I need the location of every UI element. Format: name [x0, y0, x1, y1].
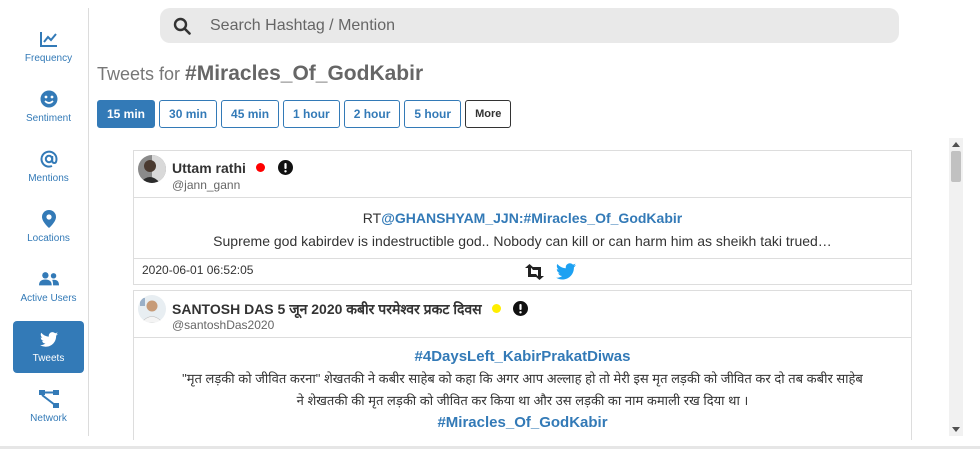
sidebar-item-label: Mentions	[28, 173, 69, 184]
tweet-text-line: ने शेखतकी की मृत लड़की को जीवित कर किया …	[296, 393, 749, 408]
sidebar-item-frequency[interactable]: Frequency	[13, 21, 84, 73]
scroll-up-icon[interactable]	[952, 142, 960, 147]
hashtag-link[interactable]: #4DaysLeft_KabirPrakatDiwas	[154, 346, 891, 368]
avatar[interactable]	[138, 295, 166, 323]
twitter-icon	[39, 329, 59, 349]
tweet-body: #4DaysLeft_KabirPrakatDiwas "मृत लड़की क…	[134, 338, 911, 440]
user-name[interactable]: SANTOSH DAS 5 जून 2020 कबीर परमेश्वर प्र…	[172, 301, 482, 317]
tweet-body: RT@GHANSHYAM_JJN:#Miracles_Of_GodKabir S…	[134, 198, 911, 258]
tweet-header: SANTOSH DAS 5 जून 2020 कबीर परमेश्वर प्र…	[134, 291, 911, 338]
retweet-icon[interactable]	[524, 264, 545, 280]
rt-mention-link[interactable]: @GHANSHYAM_JJN:#Miracles_Of_GodKabir	[381, 210, 682, 226]
sidebar-item-network[interactable]: Network	[13, 381, 84, 433]
smile-icon	[39, 89, 59, 109]
page-title-prefix: Tweets for	[97, 64, 181, 84]
time-45min-button[interactable]: 45 min	[221, 100, 280, 128]
avatar[interactable]	[138, 155, 166, 183]
sidebar-item-label: Tweets	[32, 353, 65, 364]
tweet-card: Uttam rathi @jann_gann RT@GHANSHYAM_JJN:…	[133, 150, 912, 285]
hashtag-link[interactable]: #Miracles_Of_GodKabir	[154, 412, 891, 434]
sidebar: Frequency Sentiment Mentions Locations A…	[0, 8, 89, 436]
users-icon	[38, 269, 59, 289]
user-name[interactable]: Uttam rathi	[172, 160, 246, 176]
page-title-hashtag: #Miracles_Of_GodKabir	[185, 62, 424, 85]
map-marker-icon	[39, 209, 59, 229]
exclamation-circle-icon[interactable]	[513, 301, 529, 316]
page-title: Tweets for #Miracles_Of_GodKabir	[97, 62, 423, 86]
tweet-header: Uttam rathi @jann_gann	[134, 151, 911, 198]
search-icon[interactable]	[173, 17, 191, 35]
tweet-text-line: "मृत लड़की को जीवित करना" शेखतकी ने कबीर…	[182, 371, 863, 386]
tweet-text: Supreme god kabirdev is indestructible g…	[213, 233, 832, 249]
time-15min-button[interactable]: 15 min	[97, 100, 156, 128]
exclamation-circle-icon[interactable]	[277, 160, 293, 175]
sidebar-item-locations[interactable]: Locations	[13, 201, 84, 253]
tweet-user: Uttam rathi	[172, 160, 293, 176]
network-icon	[38, 389, 59, 409]
at-icon	[39, 149, 59, 169]
tweet-card: SANTOSH DAS 5 जून 2020 कबीर परमेश्वर प्र…	[133, 290, 912, 440]
sidebar-item-sentiment[interactable]: Sentiment	[13, 81, 84, 133]
user-handle: @santoshDas2020	[172, 318, 275, 332]
sidebar-item-tweets[interactable]: Tweets	[13, 321, 84, 373]
more-button[interactable]: More	[465, 100, 512, 128]
sidebar-item-active-users[interactable]: Active Users	[13, 261, 84, 313]
status-dot-icon	[255, 163, 265, 172]
search-input[interactable]	[210, 8, 890, 43]
sidebar-item-label: Active Users	[20, 293, 77, 304]
time-30min-button[interactable]: 30 min	[159, 100, 218, 128]
sidebar-item-mentions[interactable]: Mentions	[13, 141, 84, 193]
sidebar-item-label: Locations	[27, 233, 70, 244]
scroll-down-icon[interactable]	[952, 427, 960, 432]
tweet-user: SANTOSH DAS 5 जून 2020 कबीर परमेश्वर प्र…	[172, 300, 529, 319]
twitter-icon[interactable]	[556, 263, 576, 280]
tweet-footer: 2020-06-01 06:52:05	[134, 258, 911, 284]
retweet-line: RT@GHANSHYAM_JJN:#Miracles_Of_GodKabir	[154, 206, 891, 230]
sidebar-item-label: Frequency	[24, 53, 73, 64]
sidebar-item-label: Network	[30, 413, 67, 424]
user-handle: @jann_gann	[172, 178, 241, 192]
tweet-timestamp: 2020-06-01 06:52:05	[142, 263, 254, 277]
tweet-list-scrollbar[interactable]	[949, 138, 963, 436]
time-range-group: 15 min 30 min 45 min 1 hour 2 hour 5 hou…	[97, 100, 515, 128]
scroll-thumb[interactable]	[951, 151, 961, 182]
chart-line-icon	[39, 29, 59, 49]
sidebar-item-label: Sentiment	[25, 113, 72, 124]
time-1hour-button[interactable]: 1 hour	[283, 100, 340, 128]
status-dot-icon	[491, 304, 501, 313]
app-root: Frequency Sentiment Mentions Locations A…	[0, 0, 980, 449]
time-5hour-button[interactable]: 5 hour	[404, 100, 462, 128]
search-bar	[160, 8, 899, 43]
time-2hour-button[interactable]: 2 hour	[343, 100, 401, 128]
tweet-list[interactable]: Uttam rathi @jann_gann RT@GHANSHYAM_JJN:…	[133, 150, 912, 440]
rt-prefix: RT	[362, 210, 382, 226]
